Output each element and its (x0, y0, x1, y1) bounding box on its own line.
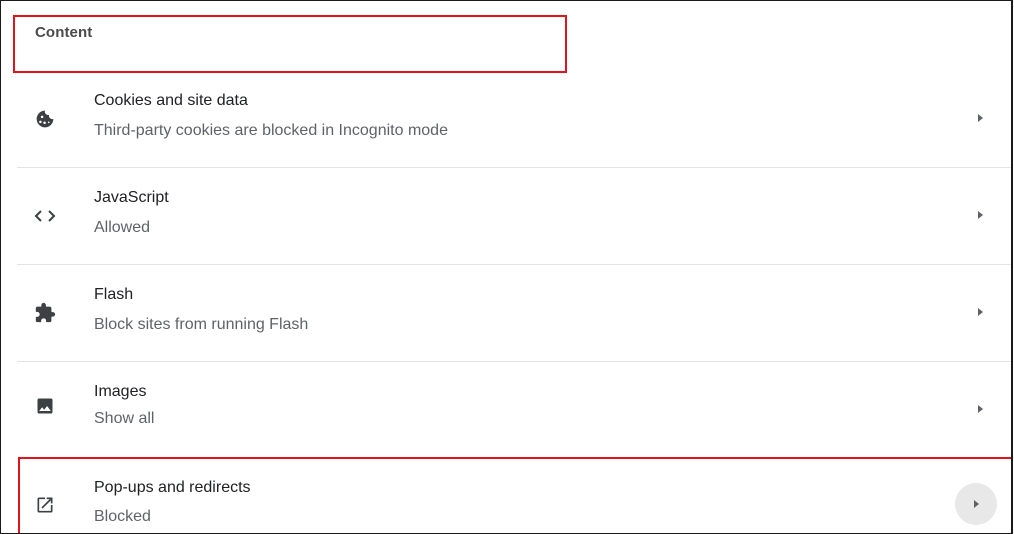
row-subtitle: Show all (94, 410, 155, 427)
cookie-icon (34, 108, 56, 130)
row-title: JavaScript (94, 189, 169, 206)
row-flash[interactable]: Flash Block sites from running Flash (1, 265, 1013, 362)
image-icon (34, 395, 56, 417)
chevron-right-icon[interactable] (969, 204, 991, 226)
row-title: Flash (94, 286, 134, 303)
row-subtitle: Block sites from running Flash (94, 316, 309, 333)
highlight-box-section-title (13, 15, 567, 73)
row-cookies-and-site-data[interactable]: Cookies and site data Third-party cookie… (1, 71, 1013, 168)
row-javascript[interactable]: JavaScript Allowed (1, 168, 1013, 265)
row-subtitle: Allowed (94, 219, 151, 236)
highlight-box-pop-ups-row (18, 457, 1013, 533)
content-settings-panel: Content Cookies and site data Third-part… (0, 0, 1013, 534)
row-title: Cookies and site data (94, 92, 248, 109)
chevron-right-icon[interactable] (969, 107, 991, 129)
row-subtitle: Third-party cookies are blocked in Incog… (94, 122, 448, 139)
chevron-right-icon[interactable] (969, 301, 991, 323)
chevron-right-icon[interactable] (969, 398, 991, 420)
code-brackets-icon (34, 205, 56, 227)
row-title: Images (94, 383, 147, 400)
puzzle-piece-icon (34, 302, 56, 324)
row-images[interactable]: Images Show all (1, 362, 1013, 459)
